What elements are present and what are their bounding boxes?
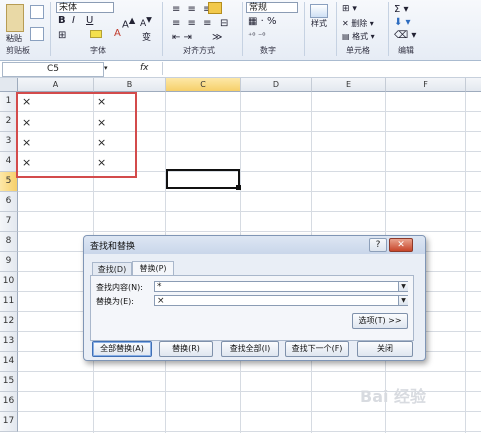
column-header-b[interactable]: B [94, 78, 166, 92]
column-header-f[interactable]: F [386, 78, 466, 92]
format-label: 格式 [352, 32, 369, 41]
separator [388, 2, 389, 56]
find-replace-dialog: 查找和替换 ? ✕ 查找(D) 替换(P) 查找内容(N): * ▼ 替换为(E… [83, 235, 426, 361]
find-input[interactable]: * [154, 281, 408, 292]
align-left-icon[interactable]: ≡ ≡ ≡ [172, 18, 214, 29]
grid-line [18, 211, 481, 212]
underline-icon[interactable]: U [86, 15, 93, 26]
merge-icon[interactable]: ⊟ [220, 18, 228, 29]
separator [242, 2, 243, 56]
grid-line [18, 431, 481, 432]
dialog-title: 查找和替换 [90, 242, 136, 252]
grid-line [18, 371, 481, 372]
currency-icon[interactable]: ▦ · % [248, 16, 277, 27]
replace-dropdown-icon[interactable]: ▼ [398, 296, 408, 305]
tab-find[interactable]: 查找(D) [92, 262, 132, 276]
ribbon: 粘贴 剪贴板 宋体 B I U A▲ A▼ ⊞ A 变 字体 ≡ ≡ ≡ ≡ ≡… [0, 0, 481, 61]
fill-handle[interactable] [236, 185, 241, 190]
indent-icon[interactable]: ⇤ ⇥ [172, 32, 192, 43]
separator [162, 2, 163, 56]
find-label: 查找内容(N): [96, 283, 143, 292]
function-icon[interactable]: fx [140, 62, 160, 75]
font-color-icon[interactable]: A [114, 28, 121, 39]
column-header-d[interactable]: D [241, 78, 312, 92]
help-button[interactable]: ? [369, 238, 387, 252]
options-button[interactable]: 选项(T) >> [352, 313, 408, 329]
fill-icon[interactable]: ⬇ ▾ [394, 17, 411, 28]
row-header-9[interactable]: 9 [0, 252, 18, 272]
row-header-6[interactable]: 6 [0, 192, 18, 212]
close-button[interactable]: 关闭 [357, 341, 413, 357]
name-box-dropdown-icon[interactable]: ▾ [104, 64, 108, 72]
replace-button[interactable]: 替换(R) [159, 341, 213, 357]
row-header-10[interactable]: 10 [0, 272, 18, 292]
row-header-15[interactable]: 15 [0, 372, 18, 392]
bold-icon[interactable]: B [58, 15, 66, 26]
group-alignment: 对齐方式 [183, 46, 215, 55]
grid-line [18, 231, 481, 232]
separator [336, 2, 337, 56]
column-header-g[interactable] [466, 78, 481, 92]
group-clipboard: 剪贴板 [6, 46, 30, 55]
italic-icon[interactable]: I [72, 15, 75, 26]
row-header-12[interactable]: 12 [0, 312, 18, 332]
paste-button[interactable]: 粘贴 [6, 33, 22, 44]
highlight-box [16, 92, 137, 178]
font-shrink-icon[interactable]: A▼ [140, 15, 152, 29]
replace-all-button[interactable]: 全部替换(A) [92, 341, 152, 357]
replace-label: 替换为(E): [96, 297, 134, 306]
column-header-e[interactable]: E [312, 78, 386, 92]
group-number: 数字 [260, 46, 276, 55]
select-all-corner[interactable] [0, 78, 18, 92]
group-editing: 编辑 [398, 46, 414, 55]
formula-input[interactable] [162, 62, 479, 75]
format-painter-icon[interactable] [30, 27, 44, 41]
wrap-text-icon[interactable] [208, 2, 222, 14]
column-header-a[interactable]: A [18, 78, 94, 92]
find-all-button[interactable]: 查找全部(I) [221, 341, 279, 357]
row-header-11[interactable]: 11 [0, 292, 18, 312]
grid-line [18, 411, 481, 412]
group-font: 字体 [90, 46, 106, 55]
row-header-17[interactable]: 17 [0, 412, 18, 432]
separator [50, 2, 51, 56]
border-icon[interactable]: ⊞ [58, 30, 66, 41]
replace-input[interactable]: × [154, 295, 408, 306]
delete-label: 删除 [351, 19, 368, 28]
grid-line [465, 92, 466, 433]
row-header-7[interactable]: 7 [0, 212, 18, 232]
styles-button[interactable]: 样式 [311, 18, 327, 29]
format-button[interactable]: ▤ 格式 ▾ [342, 31, 375, 42]
find-dropdown-icon[interactable]: ▼ [398, 282, 408, 291]
row-header-8[interactable]: 8 [0, 232, 18, 252]
styles-icon[interactable] [310, 4, 328, 18]
autosum-icon[interactable]: Σ ▾ [394, 4, 409, 15]
font-name-box[interactable]: 宋体 [56, 2, 114, 13]
find-next-button[interactable]: 查找下一个(F) [285, 341, 349, 357]
delete-button[interactable]: ✕ 删除 ▾ [342, 18, 374, 29]
watermark: Bai 经验 [360, 387, 427, 406]
row-header-14[interactable]: 14 [0, 352, 18, 372]
close-icon[interactable]: ✕ [389, 238, 413, 252]
phonetic-icon[interactable]: 变 [142, 30, 151, 43]
font-grow-icon[interactable]: A▲ [122, 15, 135, 30]
separator [304, 2, 305, 56]
orientation-icon[interactable]: ≫ [212, 32, 222, 43]
column-header-c[interactable]: C [166, 78, 241, 92]
clear-icon[interactable]: ⌫ ▾ [394, 30, 416, 41]
decimal-icon[interactable]: ⁺⁰ ⁻⁰ [248, 31, 265, 40]
name-box[interactable]: C5 [2, 62, 104, 77]
active-cell-c5[interactable] [166, 169, 240, 189]
fill-color-icon[interactable] [90, 30, 102, 38]
paste-icon[interactable] [6, 4, 24, 32]
row-header-16[interactable]: 16 [0, 392, 18, 412]
group-cells: 单元格 [346, 46, 370, 55]
row-header-13[interactable]: 13 [0, 332, 18, 352]
number-format-box[interactable]: 常规 [246, 2, 298, 13]
insert-icon[interactable]: ⊞ ▾ [342, 4, 357, 14]
grid-line [18, 191, 481, 192]
copy-icon[interactable] [30, 5, 44, 19]
